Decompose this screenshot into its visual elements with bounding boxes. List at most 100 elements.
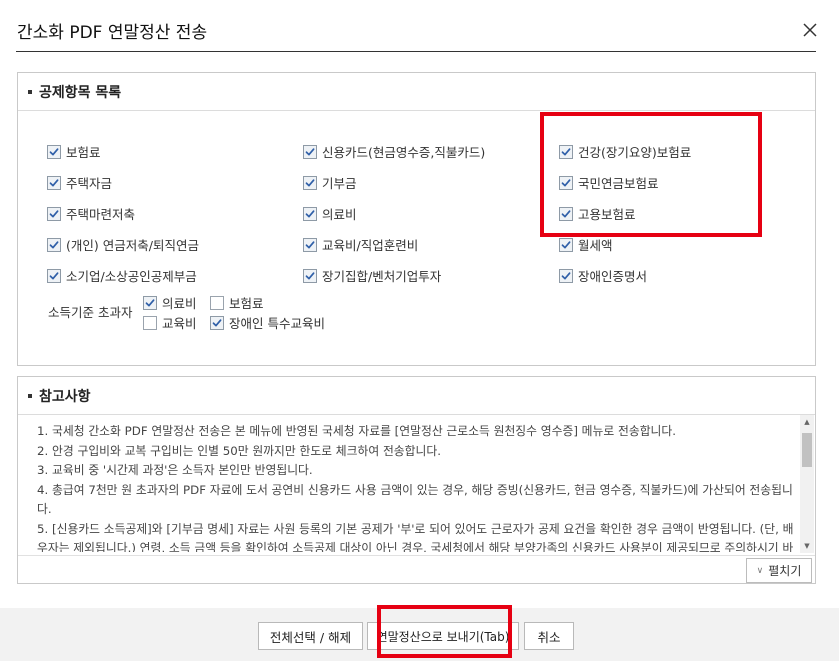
check-icon bbox=[561, 271, 571, 279]
checkbox-box[interactable] bbox=[559, 175, 573, 190]
checkbox-label: 보험료 bbox=[229, 296, 264, 311]
check-icon bbox=[561, 147, 571, 155]
checkbox-box[interactable] bbox=[559, 237, 573, 252]
checkbox-box[interactable] bbox=[303, 144, 317, 159]
checkbox-box[interactable] bbox=[303, 237, 317, 252]
checkbox-label: 교육비 bbox=[162, 316, 197, 331]
checkbox-box[interactable] bbox=[559, 144, 573, 159]
checkbox-box[interactable] bbox=[303, 206, 317, 221]
check-icon bbox=[305, 271, 315, 279]
checkbox-deduction-12[interactable]: 소기업/소상공인공제부금 bbox=[47, 266, 197, 285]
checkbox-deduction-10[interactable]: 교육비/직업훈련비 bbox=[303, 235, 418, 254]
checkbox-income-3[interactable]: 장애인 특수교육비 bbox=[210, 313, 325, 332]
checkbox-label: 장애인증명서 bbox=[578, 269, 648, 284]
checkbox-income-2[interactable]: 교육비 bbox=[143, 313, 197, 332]
check-icon bbox=[561, 209, 571, 217]
checkbox-box[interactable] bbox=[210, 315, 224, 330]
checkbox-deduction-3[interactable]: 주택자금 bbox=[47, 173, 112, 192]
notes-text-area[interactable]: 1. 국세청 간소화 PDF 연말정산 전송은 본 메뉴에 반영된 국세청 자료… bbox=[18, 422, 798, 552]
income-limit-label: 소득기준 초과자 bbox=[48, 305, 133, 320]
checkbox-box[interactable] bbox=[47, 144, 61, 159]
checkbox-box[interactable] bbox=[303, 175, 317, 190]
checkbox-label: (개인) 연금저축/퇴직연금 bbox=[66, 238, 199, 253]
checkbox-label: 고용보험료 bbox=[578, 207, 636, 222]
checkbox-label: 보험료 bbox=[66, 145, 101, 160]
bullet-icon bbox=[28, 89, 32, 94]
checkbox-deduction-1[interactable]: 신용카드(현금영수증,직불카드) bbox=[303, 142, 485, 161]
deduction-panel: 공제항목 목록 bbox=[17, 72, 816, 366]
check-icon bbox=[305, 147, 315, 155]
scroll-down-icon[interactable]: ▼ bbox=[803, 542, 811, 550]
close-icon bbox=[803, 23, 817, 37]
checkbox-label: 교육비/직업훈련비 bbox=[322, 238, 419, 253]
checkbox-deduction-0[interactable]: 보험료 bbox=[47, 142, 101, 161]
check-icon bbox=[49, 240, 59, 248]
note-line: 2. 안경 구입비와 교복 구입비는 인별 50만 원까지만 한도로 체크하여 … bbox=[37, 443, 441, 458]
checkbox-deduction-11[interactable]: 월세액 bbox=[559, 235, 613, 254]
note-line: 5. [신용카드 소득공제]와 [기부금 명세] 자료는 사원 등록의 기본 공… bbox=[37, 521, 794, 553]
checkbox-box[interactable] bbox=[47, 268, 61, 283]
dialog-title: 간소화 PDF 연말정산 전송 bbox=[17, 23, 208, 43]
checkbox-label: 장애인 특수교육비 bbox=[229, 316, 325, 331]
check-icon bbox=[305, 209, 315, 217]
note-line: 3. 교육비 중 '시간제 과정'은 소득자 본인만 반영됩니다. bbox=[37, 463, 313, 477]
dialog-footer: 전체선택 / 해제 연말정산으로 보내기(Tab) 취소 bbox=[0, 608, 839, 661]
checkbox-box[interactable] bbox=[47, 206, 61, 221]
checkbox-deduction-6[interactable]: 주택마련저축 bbox=[47, 204, 135, 223]
checkbox-label: 신용카드(현금영수증,직불카드) bbox=[322, 145, 486, 160]
checkbox-label: 건강(장기요양)보험료 bbox=[578, 145, 692, 160]
expand-row: ∨ 펼치기 bbox=[18, 555, 815, 584]
deduction-panel-title: 공제항목 목록 bbox=[39, 84, 122, 101]
checkbox-box[interactable] bbox=[143, 295, 157, 310]
checkbox-box[interactable] bbox=[559, 206, 573, 221]
notes-scrollbar[interactable]: ▲ ▼ bbox=[800, 415, 814, 553]
checkbox-label: 주택마련저축 bbox=[66, 207, 136, 222]
checkbox-label: 의료비 bbox=[162, 296, 197, 311]
checkbox-box[interactable] bbox=[47, 237, 61, 252]
checkbox-label: 장기집합/벤처기업투자 bbox=[322, 269, 442, 284]
checkbox-deduction-9[interactable]: (개인) 연금저축/퇴직연금 bbox=[47, 235, 199, 254]
send-to-settlement-button[interactable]: 연말정산으로 보내기(Tab) bbox=[367, 622, 519, 650]
checkbox-box[interactable] bbox=[143, 315, 157, 330]
checkbox-deduction-7[interactable]: 의료비 bbox=[303, 204, 357, 223]
check-icon bbox=[49, 178, 59, 186]
checkbox-label: 주택자금 bbox=[66, 176, 113, 191]
check-icon bbox=[305, 178, 315, 186]
scroll-thumb[interactable] bbox=[802, 433, 812, 467]
check-icon bbox=[212, 318, 222, 326]
checkbox-label: 국민연금보험료 bbox=[578, 176, 659, 191]
notes-panel-header: 참고사항 bbox=[18, 377, 815, 415]
checkbox-deduction-5[interactable]: 국민연금보험료 bbox=[559, 173, 659, 192]
check-icon bbox=[49, 271, 59, 279]
cancel-button[interactable]: 취소 bbox=[524, 622, 574, 650]
note-line: 4. 총급여 7천만 원 초과자의 PDF 자료에 도서 공연비 신용카드 사용… bbox=[37, 482, 793, 517]
checkbox-label: 월세액 bbox=[578, 238, 613, 253]
checkbox-label: 기부금 bbox=[322, 176, 357, 191]
checkbox-box[interactable] bbox=[303, 268, 317, 283]
check-icon bbox=[305, 240, 315, 248]
scroll-up-icon[interactable]: ▲ bbox=[803, 418, 811, 426]
checkbox-income-1[interactable]: 보험료 bbox=[210, 293, 264, 312]
close-button[interactable] bbox=[800, 20, 820, 40]
checkbox-label: 소기업/소상공인공제부금 bbox=[66, 269, 197, 284]
chevron-down-icon: ∨ bbox=[756, 565, 764, 576]
checkbox-deduction-4[interactable]: 기부금 bbox=[303, 173, 357, 192]
checkbox-income-0[interactable]: 의료비 bbox=[143, 293, 197, 312]
checkbox-label: 의료비 bbox=[322, 207, 357, 222]
notes-panel-title: 참고사항 bbox=[39, 388, 91, 405]
note-line: 1. 국세청 간소화 PDF 연말정산 전송은 본 메뉴에 반영된 국세청 자료… bbox=[37, 424, 676, 438]
check-icon bbox=[49, 147, 59, 155]
title-divider bbox=[16, 51, 816, 52]
checkbox-box[interactable] bbox=[47, 175, 61, 190]
checkbox-deduction-14[interactable]: 장애인증명서 bbox=[559, 266, 647, 285]
expand-button[interactable]: ∨ 펼치기 bbox=[746, 558, 812, 583]
checkbox-box[interactable] bbox=[559, 268, 573, 283]
check-icon bbox=[561, 178, 571, 186]
deduction-panel-header: 공제항목 목록 bbox=[18, 73, 815, 111]
check-icon bbox=[561, 240, 571, 248]
checkbox-deduction-2[interactable]: 건강(장기요양)보험료 bbox=[559, 142, 691, 161]
checkbox-box[interactable] bbox=[210, 295, 224, 310]
checkbox-deduction-8[interactable]: 고용보험료 bbox=[559, 204, 636, 223]
checkbox-deduction-13[interactable]: 장기집합/벤처기업투자 bbox=[303, 266, 441, 285]
select-all-button[interactable]: 전체선택 / 해제 bbox=[258, 622, 363, 650]
